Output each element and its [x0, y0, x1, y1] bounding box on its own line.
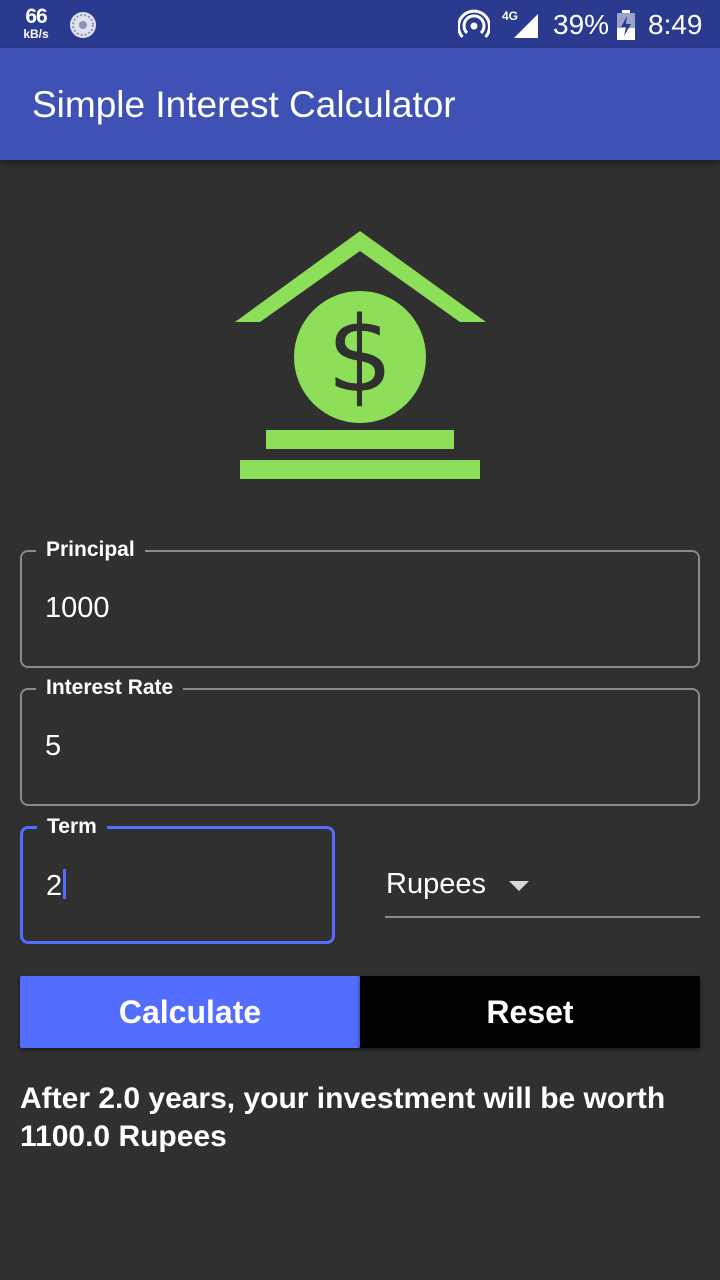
- principal-field[interactable]: Principal 1000: [20, 536, 700, 668]
- calculate-button[interactable]: Calculate: [20, 976, 360, 1048]
- clock: 8:49: [648, 9, 703, 40]
- interest-rate-label: Interest Rate: [36, 674, 184, 702]
- network-type-label: 4G: [502, 9, 518, 23]
- battery-charging-icon: [617, 10, 635, 40]
- network-speed-unit: kB/s: [23, 27, 49, 41]
- reset-button[interactable]: Reset: [360, 976, 700, 1048]
- term-input-wrapper[interactable]: 2: [46, 869, 67, 903]
- signal-icon: 4G: [502, 9, 538, 38]
- interest-rate-input[interactable]: 5: [45, 730, 61, 763]
- bank-dollar-icon: $: [235, 231, 486, 479]
- text-cursor: [63, 869, 67, 899]
- principal-input[interactable]: 1000: [45, 592, 110, 625]
- currency-dropdown[interactable]: Rupees: [385, 860, 700, 918]
- app-bar: Simple Interest Calculator: [0, 48, 720, 160]
- sync-icon: [70, 12, 96, 38]
- term-field[interactable]: Term 2: [20, 813, 335, 944]
- network-speed: 66 kB/s: [18, 6, 54, 40]
- term-input[interactable]: 2: [46, 870, 62, 902]
- currency-selected: Rupees: [386, 868, 486, 900]
- app-title: Simple Interest Calculator: [32, 84, 456, 125]
- term-label: Term: [37, 813, 107, 841]
- status-bar: 66 kB/s 4G 39% 8:49: [0, 0, 720, 48]
- svg-text:$: $: [327, 294, 393, 416]
- result-text: After 2.0 years, your investment will be…: [20, 1082, 666, 1153]
- principal-label: Principal: [36, 536, 145, 564]
- battery-percent: 39%: [553, 9, 610, 40]
- chevron-down-icon: [509, 881, 529, 891]
- hotspot-icon: [458, 9, 490, 39]
- interest-rate-field[interactable]: Interest Rate 5: [20, 674, 700, 806]
- network-speed-value: 66: [25, 5, 47, 28]
